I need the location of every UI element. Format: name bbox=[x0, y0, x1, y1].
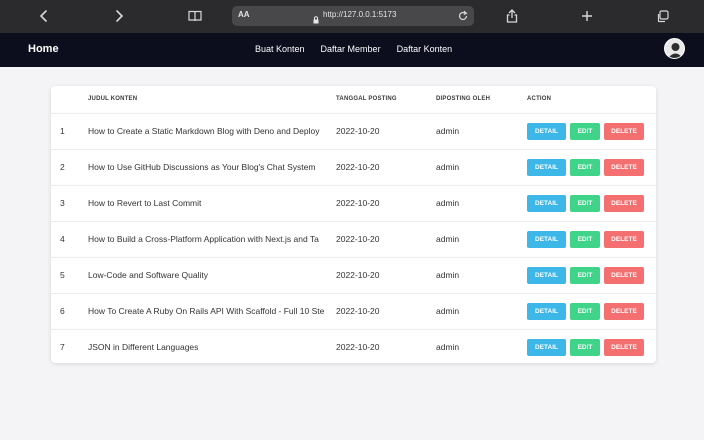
row-number: 3 bbox=[60, 198, 65, 208]
edit-button[interactable]: EDIT bbox=[570, 123, 600, 140]
row-actions: DETAIL EDIT DELETE bbox=[527, 231, 644, 248]
row-author: admin bbox=[436, 270, 460, 280]
brand-home-link[interactable]: Home bbox=[28, 43, 59, 55]
nav-links: Buat Konten Daftar Member Daftar Konten bbox=[255, 44, 452, 54]
table-row: 2 How to Use GitHub Discussions as Your … bbox=[51, 149, 656, 185]
tab-overview-icon[interactable] bbox=[651, 6, 673, 26]
header-tanggal-posting: TANGGAL POSTING bbox=[336, 96, 397, 102]
row-title: Low-Code and Software Quality bbox=[88, 270, 209, 280]
row-date: 2022-10-20 bbox=[336, 306, 380, 316]
row-date: 2022-10-20 bbox=[336, 342, 380, 352]
row-number: 4 bbox=[60, 234, 65, 244]
detail-button[interactable]: DETAIL bbox=[527, 339, 566, 356]
row-author: admin bbox=[436, 342, 460, 352]
reader-aa-button[interactable]: AA bbox=[238, 10, 250, 19]
edit-button[interactable]: EDIT bbox=[570, 195, 600, 212]
row-author: admin bbox=[436, 234, 460, 244]
detail-button[interactable]: DETAIL bbox=[527, 159, 566, 176]
row-title: How to Use GitHub Discussions as Your Bl… bbox=[88, 162, 316, 172]
row-author: admin bbox=[436, 162, 460, 172]
user-icon bbox=[668, 43, 683, 58]
detail-button[interactable]: DETAIL bbox=[527, 195, 566, 212]
url-text: http://127.0.0.1:5173 bbox=[323, 10, 397, 19]
detail-button[interactable]: DETAIL bbox=[527, 303, 566, 320]
row-number: 5 bbox=[60, 270, 65, 280]
delete-button[interactable]: DELETE bbox=[604, 267, 644, 284]
row-number: 2 bbox=[60, 162, 65, 172]
table-row: 6 How To Create A Ruby On Rails API With… bbox=[51, 293, 656, 329]
row-title: How to Build a Cross-Platform Applicatio… bbox=[88, 234, 319, 244]
table-row: 1 How to Create a Static Markdown Blog w… bbox=[51, 113, 656, 149]
detail-button[interactable]: DETAIL bbox=[527, 267, 566, 284]
row-date: 2022-10-20 bbox=[336, 162, 380, 172]
row-actions: DETAIL EDIT DELETE bbox=[527, 339, 644, 356]
row-date: 2022-10-20 bbox=[336, 198, 380, 208]
row-author: admin bbox=[436, 306, 460, 316]
delete-button[interactable]: DELETE bbox=[604, 231, 644, 248]
edit-button[interactable]: EDIT bbox=[570, 339, 600, 356]
row-date: 2022-10-20 bbox=[336, 270, 380, 280]
detail-button[interactable]: DETAIL bbox=[527, 123, 566, 140]
browser-toolbar: AA http://127.0.0.1:5173 bbox=[0, 0, 704, 33]
lock-icon bbox=[313, 11, 319, 29]
nav-link-daftar-member[interactable]: Daftar Member bbox=[321, 44, 381, 54]
edit-button[interactable]: EDIT bbox=[570, 303, 600, 320]
row-title: How to Revert to Last Commit bbox=[88, 198, 202, 208]
row-title: JSON in Different Languages bbox=[88, 342, 199, 352]
table-header: JUDUL KONTEN TANGGAL POSTING DIPOSTING O… bbox=[51, 86, 656, 114]
delete-button[interactable]: DELETE bbox=[604, 339, 644, 356]
table-row: 7 JSON in Different Languages 2022-10-20… bbox=[51, 329, 656, 365]
address-bar[interactable]: AA http://127.0.0.1:5173 bbox=[232, 6, 474, 26]
content-table-card: JUDUL KONTEN TANGGAL POSTING DIPOSTING O… bbox=[51, 86, 656, 363]
header-judul-konten: JUDUL KONTEN bbox=[88, 96, 138, 102]
delete-button[interactable]: DELETE bbox=[604, 159, 644, 176]
share-icon[interactable] bbox=[501, 6, 523, 26]
header-diposting-oleh: DIPOSTING OLEH bbox=[436, 96, 491, 102]
row-date: 2022-10-20 bbox=[336, 126, 380, 136]
reload-icon[interactable] bbox=[457, 9, 469, 27]
row-number: 6 bbox=[60, 306, 65, 316]
back-icon[interactable] bbox=[33, 6, 55, 26]
delete-button[interactable]: DELETE bbox=[604, 195, 644, 212]
row-actions: DETAIL EDIT DELETE bbox=[527, 195, 644, 212]
edit-button[interactable]: EDIT bbox=[570, 159, 600, 176]
row-title: How To Create A Ruby On Rails API With S… bbox=[88, 306, 325, 316]
table-row: 4 How to Build a Cross-Platform Applicat… bbox=[51, 221, 656, 257]
header-action: ACTION bbox=[527, 96, 552, 102]
delete-button[interactable]: DELETE bbox=[604, 303, 644, 320]
user-avatar[interactable] bbox=[664, 38, 685, 59]
edit-button[interactable]: EDIT bbox=[570, 267, 600, 284]
row-actions: DETAIL EDIT DELETE bbox=[527, 303, 644, 320]
row-author: admin bbox=[436, 198, 460, 208]
bookmarks-icon[interactable] bbox=[184, 6, 206, 26]
row-title: How to Create a Static Markdown Blog wit… bbox=[88, 126, 320, 136]
new-tab-icon[interactable] bbox=[576, 6, 598, 26]
nav-link-daftar-konten[interactable]: Daftar Konten bbox=[397, 44, 453, 54]
row-number: 1 bbox=[60, 126, 65, 136]
row-actions: DETAIL EDIT DELETE bbox=[527, 267, 644, 284]
row-number: 7 bbox=[60, 342, 65, 352]
edit-button[interactable]: EDIT bbox=[570, 231, 600, 248]
row-date: 2022-10-20 bbox=[336, 234, 380, 244]
row-actions: DETAIL EDIT DELETE bbox=[527, 123, 644, 140]
detail-button[interactable]: DETAIL bbox=[527, 231, 566, 248]
row-author: admin bbox=[436, 126, 460, 136]
delete-button[interactable]: DELETE bbox=[604, 123, 644, 140]
app-navbar: Home Buat Konten Daftar Member Daftar Ko… bbox=[0, 33, 704, 67]
table-row: 5 Low-Code and Software Quality 2022-10-… bbox=[51, 257, 656, 293]
row-actions: DETAIL EDIT DELETE bbox=[527, 159, 644, 176]
table-row: 3 How to Revert to Last Commit 2022-10-2… bbox=[51, 185, 656, 221]
nav-link-buat-konten[interactable]: Buat Konten bbox=[255, 44, 305, 54]
forward-icon[interactable] bbox=[108, 6, 130, 26]
